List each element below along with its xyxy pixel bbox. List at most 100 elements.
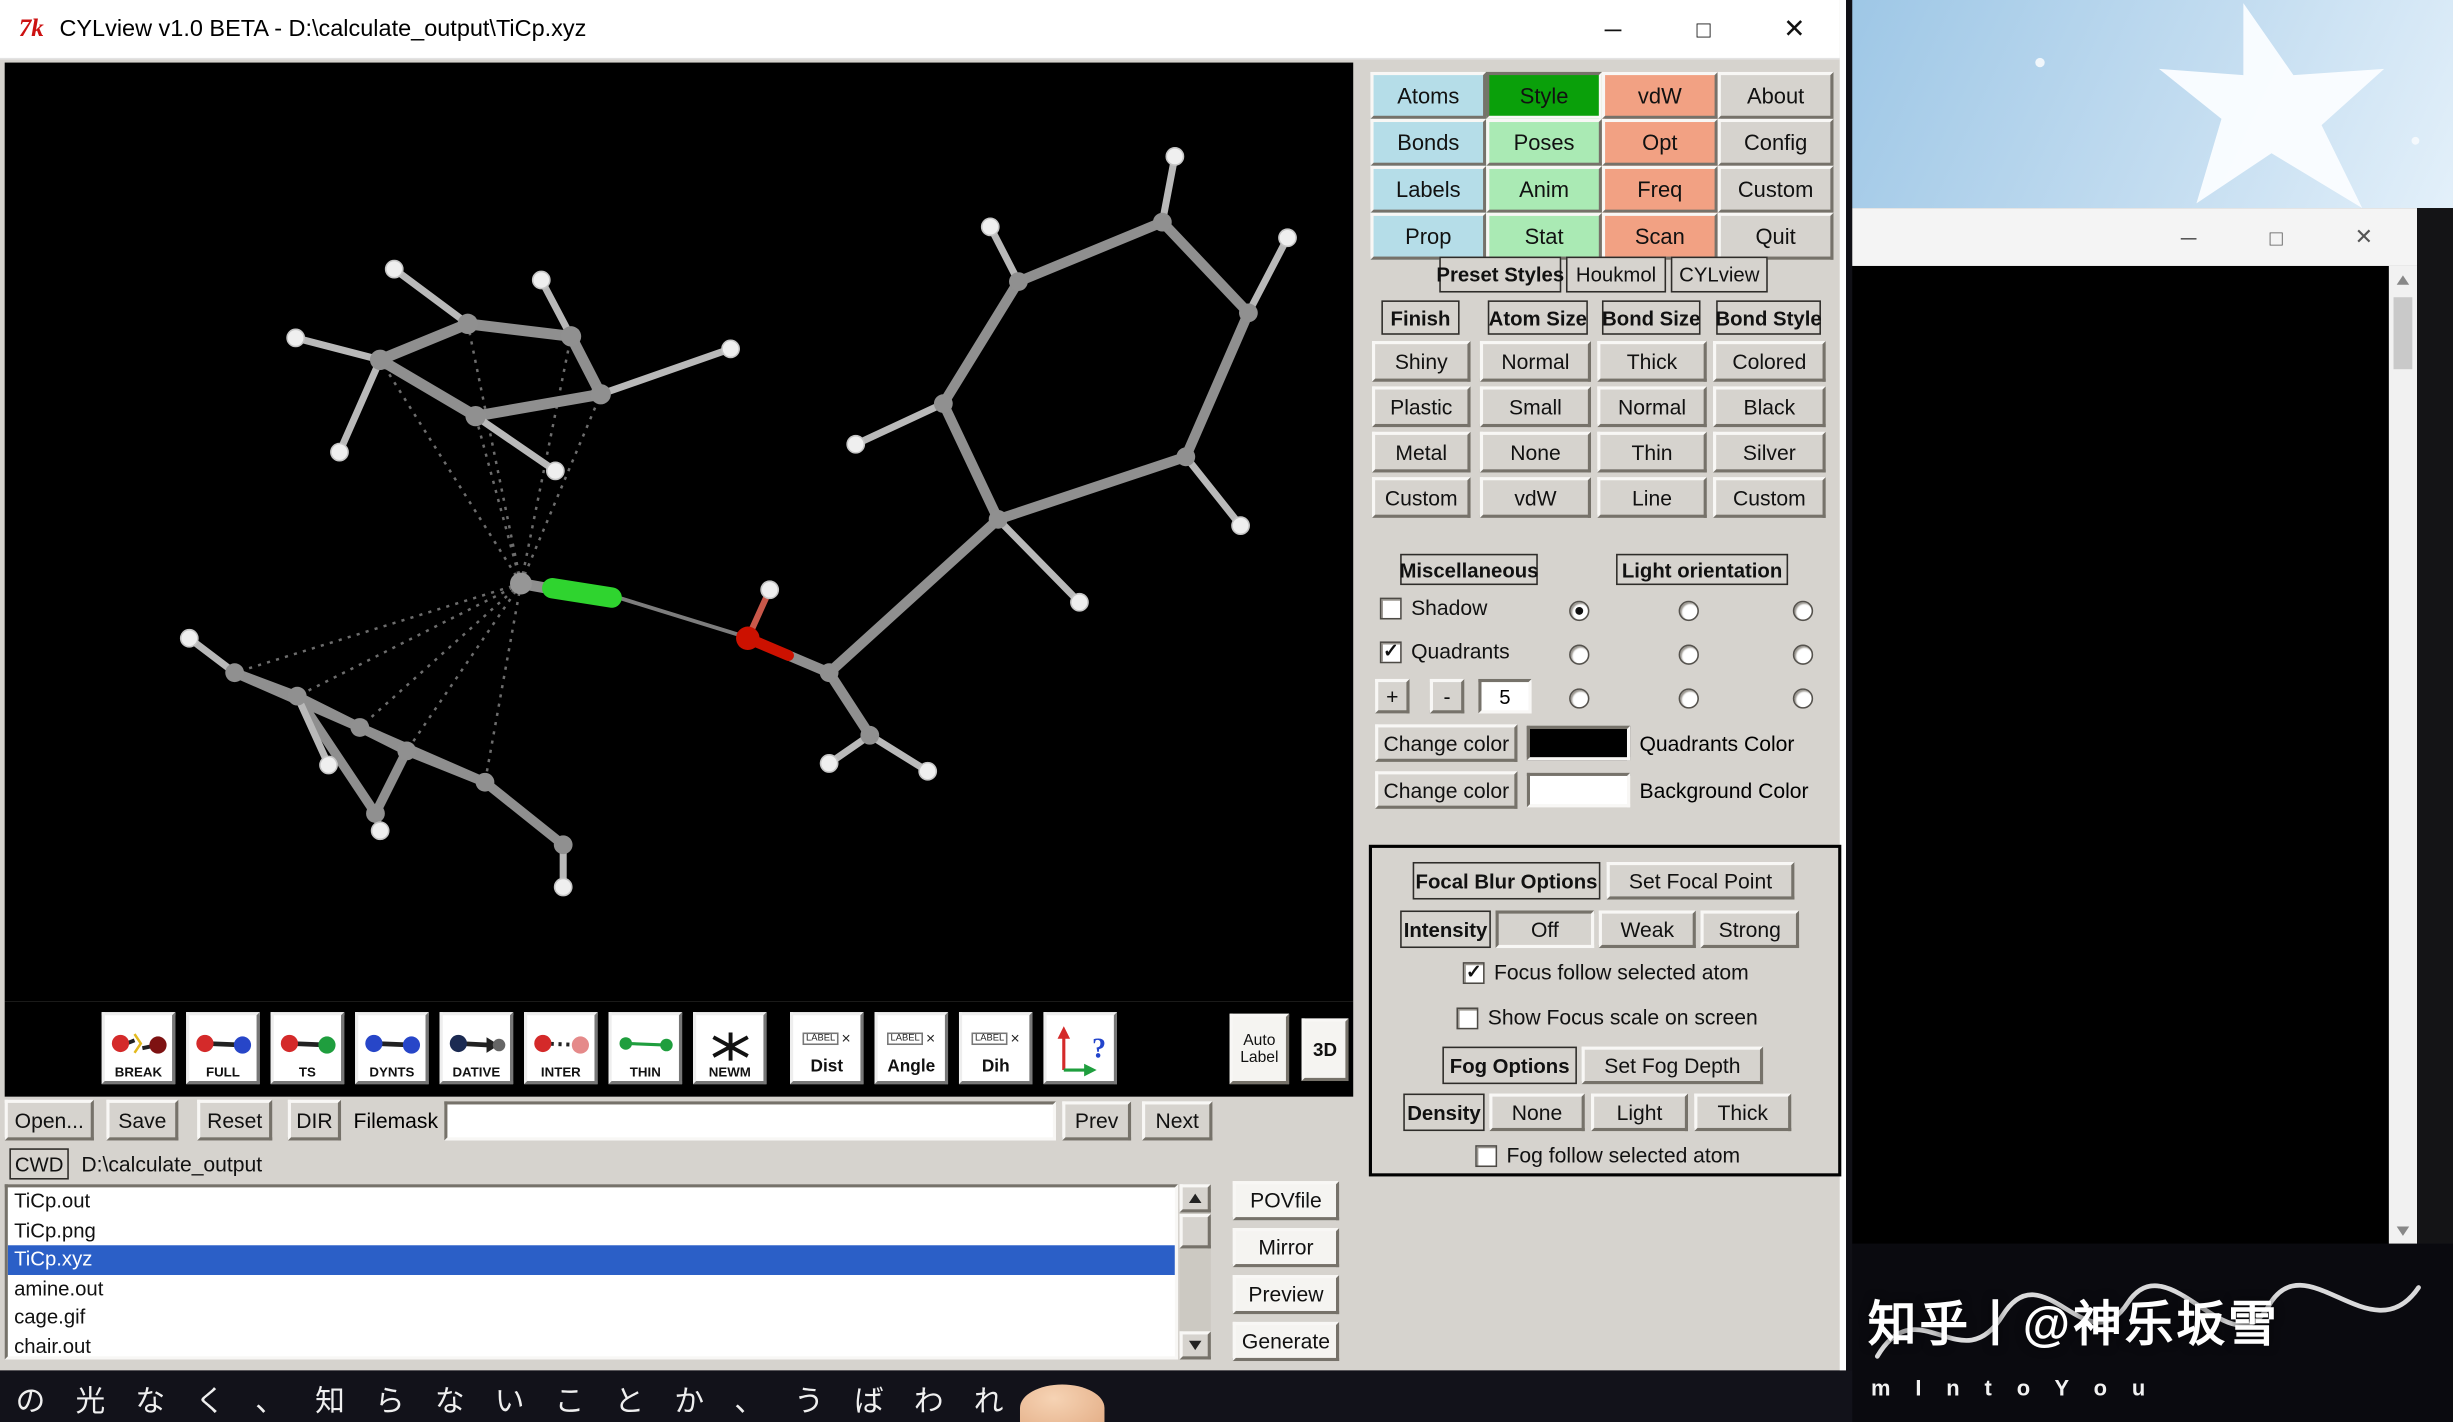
tool-label-dih-button[interactable]: LABEL× Dih — [959, 1012, 1033, 1084]
nav-poses-button[interactable]: Poses — [1486, 119, 1602, 166]
finish-plastic-button[interactable]: Plastic — [1372, 386, 1471, 427]
bondstyle-black-button[interactable]: Black — [1713, 386, 1826, 427]
nav-freq-button[interactable]: Freq — [1602, 166, 1718, 213]
set-focal-point-button[interactable]: Set Focal Point — [1607, 862, 1795, 900]
intensity-strong-button[interactable]: Strong — [1701, 910, 1800, 948]
atom-titanium[interactable] — [552, 588, 611, 597]
light-orientation-radio[interactable] — [1569, 645, 1589, 665]
show-focus-scale-checkbox[interactable] — [1456, 1007, 1478, 1029]
reset-button[interactable]: Reset — [197, 1100, 272, 1141]
nav-prop-button[interactable]: Prop — [1370, 213, 1486, 260]
quadrants-checkbox[interactable] — [1380, 641, 1402, 663]
nav-vdw-button[interactable]: vdW — [1602, 72, 1718, 119]
finish-custom-button[interactable]: Custom — [1372, 477, 1471, 518]
set-fog-depth-button[interactable]: Set Fog Depth — [1582, 1047, 1763, 1085]
next-button[interactable]: Next — [1142, 1101, 1212, 1140]
generate-button[interactable]: Generate — [1233, 1322, 1339, 1361]
metal-carbon-atom[interactable] — [510, 573, 532, 595]
light-orientation-radio[interactable] — [1793, 601, 1813, 621]
scrollbar-up-button[interactable] — [1180, 1184, 1211, 1212]
intensity-off-button[interactable]: Off — [1496, 910, 1595, 948]
save-button[interactable]: Save — [106, 1100, 178, 1141]
bondsize-normal-button[interactable]: Normal — [1597, 386, 1707, 427]
bondsize-line-button[interactable]: Line — [1597, 477, 1707, 518]
scrollbar-thumb[interactable] — [2394, 297, 2413, 369]
density-light-button[interactable]: Light — [1591, 1094, 1688, 1132]
file-list-item[interactable]: TiCp.out — [8, 1187, 1175, 1216]
preset-styles-label[interactable]: Preset Styles — [1439, 257, 1561, 293]
close-button-icon[interactable]: ✕ — [1749, 0, 1840, 59]
prev-button[interactable]: Prev — [1062, 1101, 1131, 1140]
finish-metal-button[interactable]: Metal — [1372, 432, 1471, 473]
light-orientation-radio[interactable] — [1679, 601, 1699, 621]
light-orientation-radio[interactable] — [1569, 688, 1589, 708]
background-window-titlebar[interactable]: ─ □ ✕ — [1852, 208, 2417, 266]
minimize-button-icon[interactable]: ─ — [1568, 0, 1659, 59]
light-orientation-radio[interactable] — [1679, 645, 1699, 665]
nav-quit-button[interactable]: Quit — [1718, 213, 1834, 260]
povfile-button[interactable]: POVfile — [1233, 1181, 1339, 1220]
quadrant-decrease-button[interactable]: - — [1430, 679, 1464, 713]
tool-ts-button[interactable]: TS — [271, 1012, 345, 1084]
focus-follow-checkbox[interactable] — [1463, 961, 1485, 983]
open-button[interactable]: Open... — [5, 1100, 94, 1141]
molecule-render[interactable] — [5, 63, 1354, 1002]
mirror-button[interactable]: Mirror — [1233, 1228, 1339, 1267]
bondstyle-custom-button[interactable]: Custom — [1713, 477, 1826, 518]
file-list-item-selected[interactable]: TiCp.xyz — [8, 1246, 1175, 1275]
bondstyle-colored-button[interactable]: Colored — [1713, 341, 1826, 382]
file-list-item[interactable]: amine.out — [8, 1275, 1175, 1304]
preview-button[interactable]: Preview — [1233, 1275, 1339, 1314]
fog-options-label[interactable]: Fog Options — [1442, 1047, 1577, 1085]
nav-atoms-button[interactable]: Atoms — [1370, 72, 1486, 119]
nav-scan-button[interactable]: Scan — [1602, 213, 1718, 260]
quadrant-count-input[interactable] — [1478, 679, 1531, 713]
bondsize-thick-button[interactable]: Thick — [1597, 341, 1707, 382]
tool-dynts-button[interactable]: DYNTS — [355, 1012, 429, 1084]
houkmol-button[interactable]: Houkmol — [1566, 257, 1666, 293]
close-button-icon[interactable]: ✕ — [2320, 208, 2408, 266]
bondstyle-silver-button[interactable]: Silver — [1713, 432, 1826, 473]
minimize-button-icon[interactable]: ─ — [2145, 208, 2233, 266]
maximize-button-icon[interactable]: □ — [2232, 208, 2320, 266]
density-thick-button[interactable]: Thick — [1694, 1094, 1791, 1132]
atomsize-normal-button[interactable]: Normal — [1480, 341, 1591, 382]
file-list-item[interactable]: chair.out — [8, 1333, 1175, 1360]
finish-shiny-button[interactable]: Shiny — [1372, 341, 1471, 382]
nav-style-button[interactable]: Style — [1486, 72, 1602, 119]
scrollbar-down-button[interactable] — [2389, 1217, 2417, 1244]
scrollbar-down-button[interactable] — [1180, 1331, 1211, 1359]
quadrant-increase-button[interactable]: + — [1375, 679, 1409, 713]
cylview-preset-button[interactable]: CYLview — [1671, 257, 1768, 293]
focal-blur-options-label[interactable]: Focal Blur Options — [1413, 862, 1601, 900]
light-orientation-radio[interactable] — [1793, 688, 1813, 708]
light-orientation-radio[interactable] — [1569, 601, 1589, 621]
nav-anim-button[interactable]: Anim — [1486, 166, 1602, 213]
auto-label-button[interactable]: Auto Label — [1230, 1014, 1289, 1084]
change-quadrants-color-button[interactable]: Change color — [1375, 724, 1517, 762]
nav-labels-button[interactable]: Labels — [1370, 166, 1486, 213]
file-list-item[interactable]: cage.gif — [8, 1304, 1175, 1333]
density-none-button[interactable]: None — [1489, 1094, 1584, 1132]
3d-button[interactable]: 3D — [1302, 1018, 1349, 1081]
file-list-scrollbar[interactable] — [1180, 1184, 1211, 1359]
atomsize-vdw-button[interactable]: vdW — [1480, 477, 1591, 518]
background-window-scrollbar[interactable] — [2389, 266, 2417, 1244]
nav-stat-button[interactable]: Stat — [1486, 213, 1602, 260]
atomsize-none-button[interactable]: None — [1480, 432, 1591, 473]
nav-about-button[interactable]: About — [1718, 72, 1834, 119]
tool-break-button[interactable]: BREAK — [102, 1012, 176, 1084]
maximize-button-icon[interactable]: □ — [1658, 0, 1749, 59]
atom-oxygen[interactable] — [736, 627, 759, 650]
nav-custom-button[interactable]: Custom — [1718, 166, 1834, 213]
bondsize-thin-button[interactable]: Thin — [1597, 432, 1707, 473]
intensity-weak-button[interactable]: Weak — [1599, 910, 1696, 948]
atomsize-small-button[interactable]: Small — [1480, 386, 1591, 427]
tool-label-dist-button[interactable]: LABEL× Dist — [790, 1012, 864, 1084]
nav-opt-button[interactable]: Opt — [1602, 119, 1718, 166]
tool-inter-button[interactable]: INTER — [524, 1012, 598, 1084]
scrollbar-thumb[interactable] — [1180, 1214, 1211, 1248]
change-background-color-button[interactable]: Change color — [1375, 771, 1517, 809]
tool-label-angle-button[interactable]: LABEL× Angle — [875, 1012, 949, 1084]
tool-newm-button[interactable]: NEWM — [693, 1012, 767, 1084]
